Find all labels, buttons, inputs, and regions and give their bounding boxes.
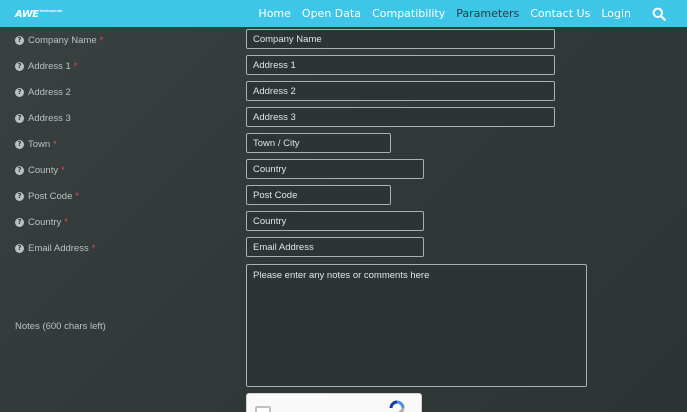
- help-icon[interactable]: ?: [15, 35, 24, 45]
- recaptcha-checkbox[interactable]: [255, 406, 271, 412]
- email-label: ? Email Address *: [15, 242, 95, 254]
- address3-label: ? Address 3: [15, 112, 71, 124]
- nav-links: Home Open Data Compatibility Parameters …: [258, 0, 687, 27]
- address2-label: ? Address 2: [15, 86, 71, 98]
- town-input[interactable]: [246, 133, 391, 153]
- postcode-input[interactable]: [246, 185, 391, 205]
- nav-open-data[interactable]: Open Data: [302, 7, 361, 20]
- help-icon[interactable]: ?: [15, 217, 24, 227]
- notes-textarea[interactable]: [246, 264, 587, 387]
- country-input[interactable]: [246, 211, 424, 231]
- nav-contact[interactable]: Contact Us: [530, 7, 590, 20]
- label-text: Country: [28, 216, 62, 228]
- notes-label: Notes (600 chars left): [15, 321, 106, 332]
- help-icon[interactable]: ?: [15, 139, 24, 149]
- help-icon[interactable]: ?: [15, 243, 24, 253]
- label-text: Company Name: [28, 34, 97, 46]
- search-icon[interactable]: [652, 7, 666, 21]
- label-text: County: [28, 164, 59, 176]
- label-text: Address 1: [28, 60, 71, 72]
- nav-parameters[interactable]: Parameters: [456, 7, 519, 20]
- label-text: Post Code: [28, 190, 73, 202]
- help-icon[interactable]: ?: [15, 87, 24, 97]
- help-icon[interactable]: ?: [15, 165, 24, 175]
- town-label: ? Town *: [15, 138, 57, 150]
- company-name-label: ? Company Name *: [15, 34, 103, 46]
- county-input[interactable]: [246, 159, 424, 179]
- nav-compatibility[interactable]: Compatibility: [372, 7, 445, 20]
- help-icon[interactable]: ?: [15, 113, 24, 123]
- required-marker: *: [75, 191, 79, 201]
- county-label: ? County *: [15, 164, 65, 176]
- logo-text: AWE: [15, 9, 39, 20]
- label-text: Address 2: [28, 86, 71, 98]
- nav-login[interactable]: Login: [601, 7, 631, 20]
- required-marker: *: [61, 165, 65, 175]
- email-input[interactable]: [246, 237, 424, 257]
- label-text: Email Address: [28, 242, 89, 254]
- recaptcha-widget: [246, 393, 422, 412]
- address2-input[interactable]: [246, 81, 555, 101]
- address1-label: ? Address 1 *: [15, 60, 77, 72]
- nav-home[interactable]: Home: [258, 7, 290, 20]
- required-marker: *: [64, 217, 68, 227]
- address1-input[interactable]: [246, 55, 555, 75]
- help-icon[interactable]: ?: [15, 61, 24, 71]
- company-name-input[interactable]: [246, 29, 555, 49]
- label-text: Town: [28, 138, 51, 150]
- logo-subtext: Instruments: [39, 8, 63, 13]
- required-marker: *: [53, 139, 57, 149]
- required-marker: *: [73, 61, 78, 71]
- country-label: ? Country *: [15, 216, 68, 228]
- brand-logo[interactable]: AWE Instruments: [15, 6, 62, 20]
- top-navbar: AWE Instruments Home Open Data Compatibi…: [0, 0, 687, 27]
- address3-input[interactable]: [246, 107, 555, 127]
- required-marker: *: [99, 35, 104, 45]
- label-text: Address 3: [28, 112, 71, 124]
- required-marker: *: [91, 243, 96, 253]
- help-icon[interactable]: ?: [15, 191, 24, 201]
- recaptcha-logo-icon: [389, 400, 405, 412]
- postcode-label: ? Post Code *: [15, 190, 79, 202]
